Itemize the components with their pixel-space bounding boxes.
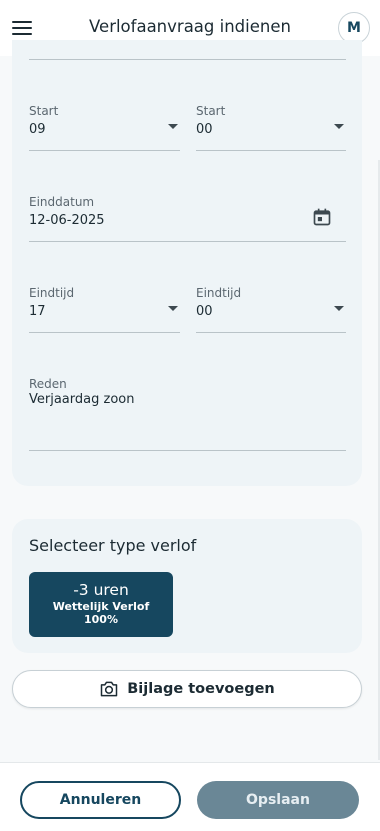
calendar-icon[interactable]	[312, 207, 332, 227]
end-date-label: Einddatum	[29, 195, 95, 209]
end-date-value: 12-06-2025	[29, 213, 105, 228]
chevron-down-icon	[334, 306, 344, 311]
start-hour-select[interactable]: Start 09	[29, 104, 180, 151]
hamburger-menu-icon[interactable]	[12, 16, 36, 40]
cancel-button[interactable]: Annuleren	[20, 781, 181, 819]
page-title: Verlofaanvraag indienen	[89, 17, 291, 36]
leave-type-name: Wettelijk Verlof	[52, 600, 150, 613]
end-hour-value: 17	[29, 304, 46, 319]
leave-hours: -3 uren	[73, 581, 129, 599]
previous-field-underline	[29, 40, 346, 60]
end-minute-value: 00	[196, 304, 213, 319]
end-minute-label: Eindtijd	[196, 286, 242, 300]
start-hour-value: 09	[29, 122, 46, 137]
reason-field[interactable]: Reden Verjaardag zoon	[29, 377, 346, 451]
leave-form-card: Start 09 Start 00 Einddatum 12-06-2025 E…	[12, 40, 362, 486]
chevron-down-icon	[334, 124, 344, 129]
start-minute-label: Start	[196, 104, 226, 118]
end-hour-label: Eindtijd	[29, 286, 75, 300]
leave-type-option[interactable]: -3 uren Wettelijk Verlof 100%	[29, 572, 173, 637]
start-hour-label: Start	[29, 104, 59, 118]
end-hour-select[interactable]: Eindtijd 17	[29, 286, 180, 333]
footer-bar: Annuleren Opslaan	[0, 762, 380, 831]
save-button[interactable]: Opslaan	[197, 781, 359, 819]
add-attachment-button[interactable]: Bijlage toevoegen	[12, 670, 362, 708]
end-date-field[interactable]: Einddatum 12-06-2025	[29, 195, 346, 242]
reason-value: Verjaardag zoon	[29, 392, 135, 407]
chevron-down-icon	[168, 124, 178, 129]
add-attachment-label: Bijlage toevoegen	[127, 681, 275, 697]
start-minute-value: 00	[196, 122, 213, 137]
reason-label: Reden	[29, 377, 67, 391]
leave-type-title: Selecteer type verlof	[29, 536, 197, 555]
camera-icon	[100, 681, 118, 697]
chevron-down-icon	[168, 306, 178, 311]
leave-type-percentage: 100%	[84, 613, 118, 626]
leave-type-card: Selecteer type verlof -3 uren Wettelijk …	[12, 519, 362, 653]
end-minute-select[interactable]: Eindtijd 00	[196, 286, 346, 333]
start-minute-select[interactable]: Start 00	[196, 104, 346, 151]
